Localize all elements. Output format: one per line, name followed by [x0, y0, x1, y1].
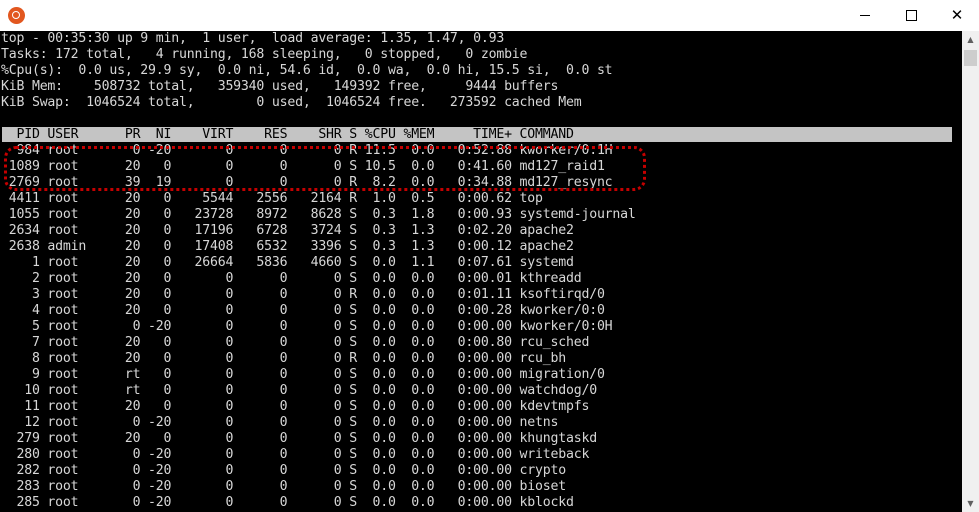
- close-button[interactable]: ✕: [934, 0, 979, 31]
- maximize-button[interactable]: [888, 0, 934, 31]
- process-row: 4411 root 20 0 5544 2556 2164 R 1.0 0.5 …: [1, 191, 543, 206]
- minimize-icon: [860, 15, 870, 16]
- process-row: 12 root 0 -20 0 0 0 S 0.0 0.0 0:00.00 ne…: [1, 415, 559, 430]
- scroll-up-arrow-icon[interactable]: ▲: [962, 31, 979, 48]
- process-row: 11 root 20 0 0 0 0 S 0.0 0.0 0:00.00 kde…: [1, 399, 590, 414]
- summary-mem-line: KiB Mem: 508732 total, 359340 used, 1493…: [1, 79, 559, 94]
- process-row: 1 root 20 0 26664 5836 4660 S 0.0 1.1 0:…: [1, 255, 574, 270]
- process-row: 4 root 20 0 0 0 0 S 0.0 0.0 0:00.28 kwor…: [1, 303, 605, 318]
- title-bar: ✕: [0, 0, 979, 31]
- vertical-scrollbar[interactable]: ▲ ▼: [962, 31, 979, 512]
- terminal-output[interactable]: top - 00:35:30 up 9 min, 1 user, load av…: [0, 31, 962, 512]
- scrollbar-thumb[interactable]: [964, 50, 977, 66]
- minimize-button[interactable]: [842, 0, 888, 31]
- close-icon: ✕: [950, 6, 964, 24]
- process-table-header: PID USER PR NI VIRT RES SHR S %CPU %MEM …: [2, 127, 952, 142]
- process-row: 2638 admin 20 0 17408 6532 3396 S 0.3 1.…: [1, 239, 574, 254]
- process-row: 10 root rt 0 0 0 0 S 0.0 0.0 0:00.00 wat…: [1, 383, 597, 398]
- ubuntu-icon[interactable]: [8, 7, 25, 24]
- process-row: 5 root 0 -20 0 0 0 S 0.0 0.0 0:00.00 kwo…: [1, 319, 613, 334]
- process-row: 8 root 20 0 0 0 0 R 0.0 0.0 0:00.00 rcu_…: [1, 351, 566, 366]
- process-row: 2634 root 20 0 17196 6728 3724 S 0.3 1.3…: [1, 223, 574, 238]
- process-table-header-text: PID USER PR NI VIRT RES SHR S %CPU %MEM …: [1, 127, 574, 142]
- process-row: 285 root 0 -20 0 0 0 S 0.0 0.0 0:00.00 k…: [1, 495, 574, 510]
- summary-cpu-line: %Cpu(s): 0.0 us, 29.9 sy, 0.0 ni, 54.6 i…: [1, 63, 613, 78]
- process-row: 1055 root 20 0 23728 8972 8628 S 0.3 1.8…: [1, 207, 636, 222]
- process-row: 9 root rt 0 0 0 0 S 0.0 0.0 0:00.00 migr…: [1, 367, 605, 382]
- process-row: 2 root 20 0 0 0 0 S 0.0 0.0 0:00.01 kthr…: [1, 271, 582, 286]
- summary-swap-line: KiB Swap: 1046524 total, 0 used, 1046524…: [1, 95, 582, 110]
- process-row: 279 root 20 0 0 0 0 S 0.0 0.0 0:00.00 kh…: [1, 431, 597, 446]
- scroll-down-arrow-icon[interactable]: ▼: [962, 495, 979, 512]
- highlight-annotation: [4, 146, 646, 191]
- summary-tasks-line: Tasks: 172 total, 4 running, 168 sleepin…: [1, 47, 528, 62]
- summary-uptime-line: top - 00:35:30 up 9 min, 1 user, load av…: [1, 31, 505, 46]
- process-row: 3 root 20 0 0 0 0 R 0.0 0.0 0:01.11 ksof…: [1, 287, 605, 302]
- process-row: 283 root 0 -20 0 0 0 S 0.0 0.0 0:00.00 b…: [1, 479, 566, 494]
- process-row: 282 root 0 -20 0 0 0 S 0.0 0.0 0:00.00 c…: [1, 463, 566, 478]
- maximize-icon: [905, 10, 917, 21]
- process-row: 7 root 20 0 0 0 0 S 0.0 0.0 0:00.80 rcu_…: [1, 335, 590, 350]
- process-row: 280 root 0 -20 0 0 0 S 0.0 0.0 0:00.00 w…: [1, 447, 590, 462]
